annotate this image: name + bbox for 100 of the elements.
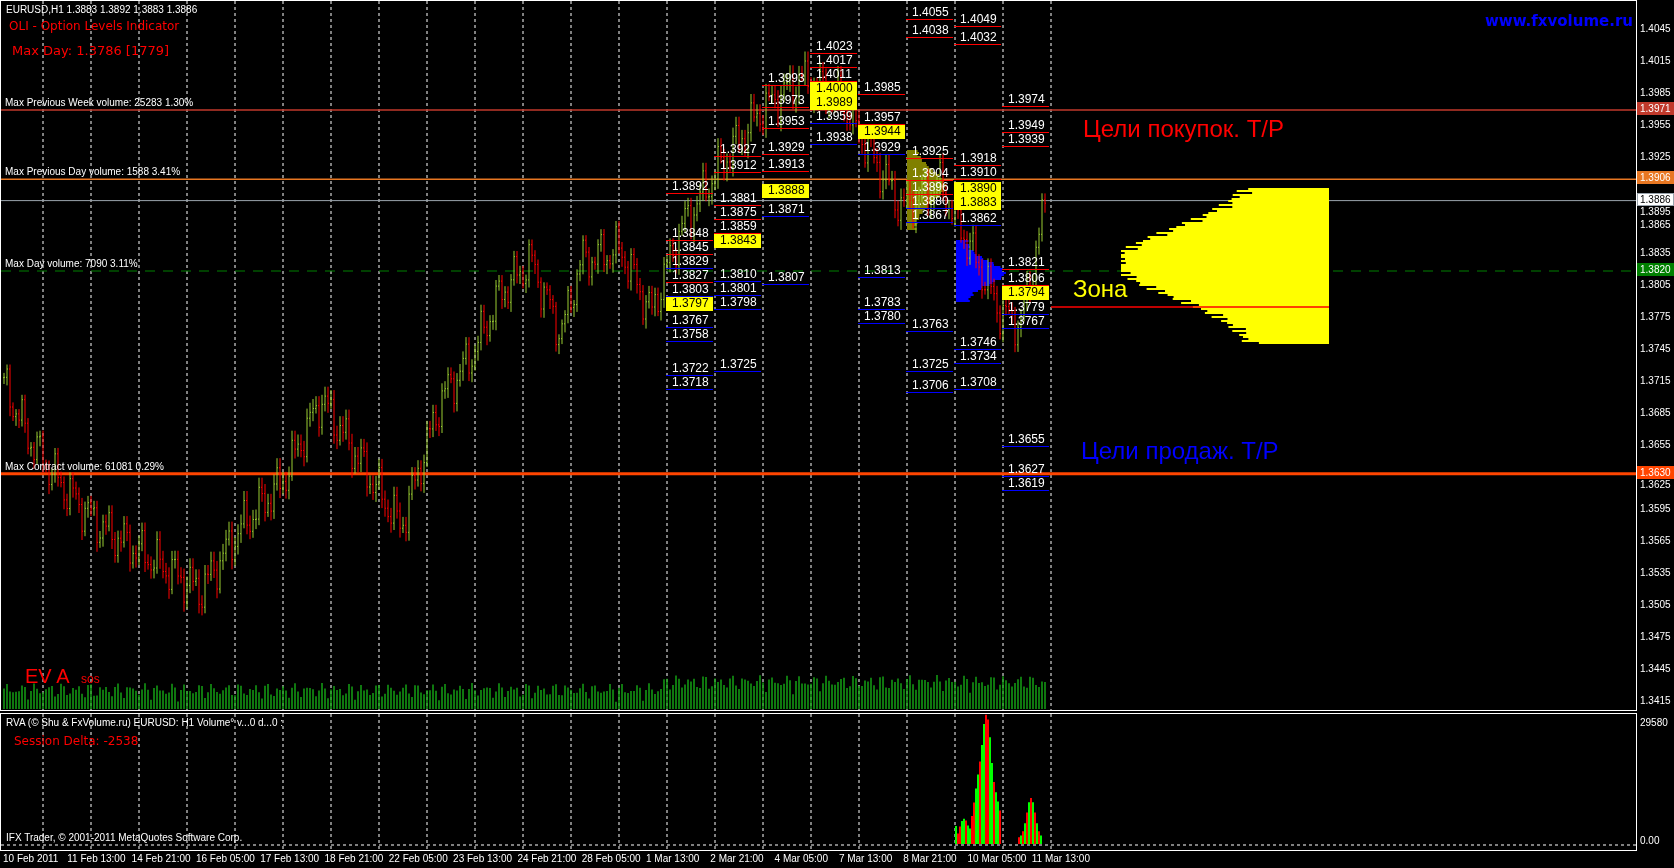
- option-level: 1.3859: [714, 219, 761, 234]
- option-level: 1.3807: [762, 270, 809, 285]
- session-delta-label: Session Delta: -2538: [14, 734, 139, 748]
- option-level: 1.3925: [906, 145, 953, 159]
- level-line-label: Max Previous Day volume: 1588 3.41%: [5, 166, 181, 178]
- option-level: 1.3827: [666, 269, 713, 284]
- option-level: 1.3783: [858, 296, 905, 311]
- option-level: 1.3810: [714, 267, 761, 282]
- option-level: 1.3929: [858, 140, 905, 155]
- option-level: 1.3813: [858, 264, 905, 279]
- option-level: 1.3725: [714, 358, 761, 373]
- option-level: 1.4000: [810, 82, 857, 97]
- price-tick: 1.3955: [1640, 119, 1671, 131]
- chart-annotation: Зона: [1073, 275, 1128, 303]
- symbol-quote: EURUSD,H1 1.3883 1.3892 1.3883 1.3886: [6, 4, 198, 15]
- option-level: 1.3939: [1002, 133, 1049, 148]
- chart-annotation: Цели продаж. T/P: [1081, 437, 1279, 465]
- option-level: 1.3706: [906, 378, 953, 393]
- time-label: 8 Mar 21:00: [903, 853, 957, 864]
- option-level: 1.3763: [906, 317, 953, 332]
- price-tick: 1.4015: [1640, 55, 1671, 67]
- option-level: 1.3888: [762, 184, 809, 199]
- option-level: 1.3619: [1002, 476, 1049, 491]
- price-tag: 1.3820: [1637, 263, 1674, 276]
- time-label: 7 Mar 13:00: [838, 853, 893, 864]
- option-level: 1.3892: [666, 180, 713, 195]
- website-link[interactable]: www.fxvolume.ru: [1485, 12, 1633, 30]
- option-level: 1.3845: [666, 241, 713, 256]
- option-level: 1.3746: [954, 335, 1001, 350]
- option-level: 1.3912: [714, 158, 761, 173]
- option-level: 1.3985: [858, 81, 905, 95]
- option-level: 1.4038: [906, 24, 953, 39]
- price-tick: 1.3985: [1640, 87, 1671, 99]
- option-level: 1.3780: [858, 310, 905, 325]
- price-tag: 1.3630: [1637, 465, 1674, 479]
- option-level: 1.3779: [1002, 300, 1049, 315]
- time-label: 24 Feb 21:00: [517, 853, 577, 864]
- option-level: 1.3880: [906, 195, 953, 210]
- chart-annotation: Цели покупок. T/P: [1083, 115, 1284, 143]
- option-level: 1.3871: [762, 202, 809, 217]
- option-level: 1.4055: [906, 6, 953, 21]
- option-level: 1.3927: [714, 142, 761, 157]
- option-level: 1.3862: [954, 212, 1001, 227]
- option-level: 1.3655: [1002, 433, 1049, 447]
- option-level: 1.3734: [954, 349, 1001, 364]
- time-label: 4 Mar 05:00: [774, 853, 828, 864]
- option-level: 1.3883: [954, 196, 1001, 211]
- price-tick: 1.3595: [1640, 503, 1671, 515]
- time-label: 11 Mar 13:00: [1031, 853, 1090, 864]
- option-level: 1.3806: [1002, 271, 1049, 286]
- option-level: 1.3973: [762, 93, 809, 108]
- price-tick: 1.3835: [1640, 247, 1671, 259]
- option-level: 1.3989: [810, 96, 857, 111]
- option-level: 1.3938: [810, 131, 857, 146]
- option-level: 1.3953: [762, 115, 809, 130]
- price-tag: 1.3906: [1637, 171, 1674, 185]
- option-level: 1.3708: [954, 376, 1001, 391]
- price-tick: 1.3655: [1640, 439, 1671, 451]
- price-tick: 1.3925: [1640, 151, 1671, 163]
- price-tick: 1.3805: [1640, 279, 1671, 291]
- price-tick: 1.3715: [1640, 375, 1671, 387]
- option-level: 1.3949: [1002, 119, 1049, 134]
- price-tick: 1.3625: [1640, 478, 1671, 491]
- time-label: 17 Feb 13:00: [260, 853, 320, 864]
- copyright-text: IFX Trader, © 2001-2011 MetaQuotes Software Corp.: [6, 832, 243, 843]
- option-level: 1.3797: [666, 297, 713, 312]
- time-label: 10 Mar 05:00: [967, 853, 1027, 864]
- option-level: 1.3718: [666, 375, 713, 390]
- option-level: 1.4032: [954, 30, 1001, 45]
- volume-tick: 0.00: [1640, 835, 1660, 847]
- option-level: 1.4049: [954, 12, 1001, 27]
- time-label: 14 Feb 21:00: [131, 853, 191, 864]
- price-tag: 1.3886: [1637, 192, 1674, 206]
- option-level: 1.3848: [666, 227, 713, 242]
- time-label: 28 Feb 05:00: [581, 853, 641, 864]
- option-level: 1.3798: [714, 295, 761, 310]
- price-tick: 1.3685: [1640, 407, 1671, 419]
- time-label: 11 Feb 13:00: [67, 853, 126, 864]
- option-level: 1.3913: [762, 157, 809, 172]
- volume-tick: 29580: [1640, 717, 1668, 729]
- level-line-label: Max Contract volume: 61081 0.29%: [5, 460, 164, 472]
- option-level: 1.3875: [714, 205, 761, 220]
- option-level: 1.3959: [810, 110, 857, 125]
- time-label: 2 Mar 21:00: [710, 853, 764, 864]
- option-level: 1.3829: [666, 255, 713, 270]
- option-level: 1.3801: [714, 281, 761, 296]
- option-level: 1.3767: [666, 313, 713, 328]
- time-label: 18 Feb 21:00: [324, 853, 384, 864]
- price-tick: 1.3445: [1640, 663, 1671, 675]
- option-level: 1.3993: [762, 72, 809, 87]
- option-level: 1.4023: [810, 40, 857, 55]
- session-volume-profile-bars: [955, 240, 1007, 302]
- time-label: 1 Mar 13:00: [646, 853, 700, 864]
- option-level: 1.4017: [810, 54, 857, 69]
- option-level: 1.3957: [858, 110, 905, 125]
- option-level: 1.3929: [762, 140, 809, 155]
- option-level: 1.3974: [1002, 92, 1049, 107]
- price-tick: 1.3505: [1640, 599, 1671, 611]
- level-line-label: Max Day volume: 7090 3.11%: [5, 258, 138, 269]
- chart-annotation: sos: [81, 673, 100, 687]
